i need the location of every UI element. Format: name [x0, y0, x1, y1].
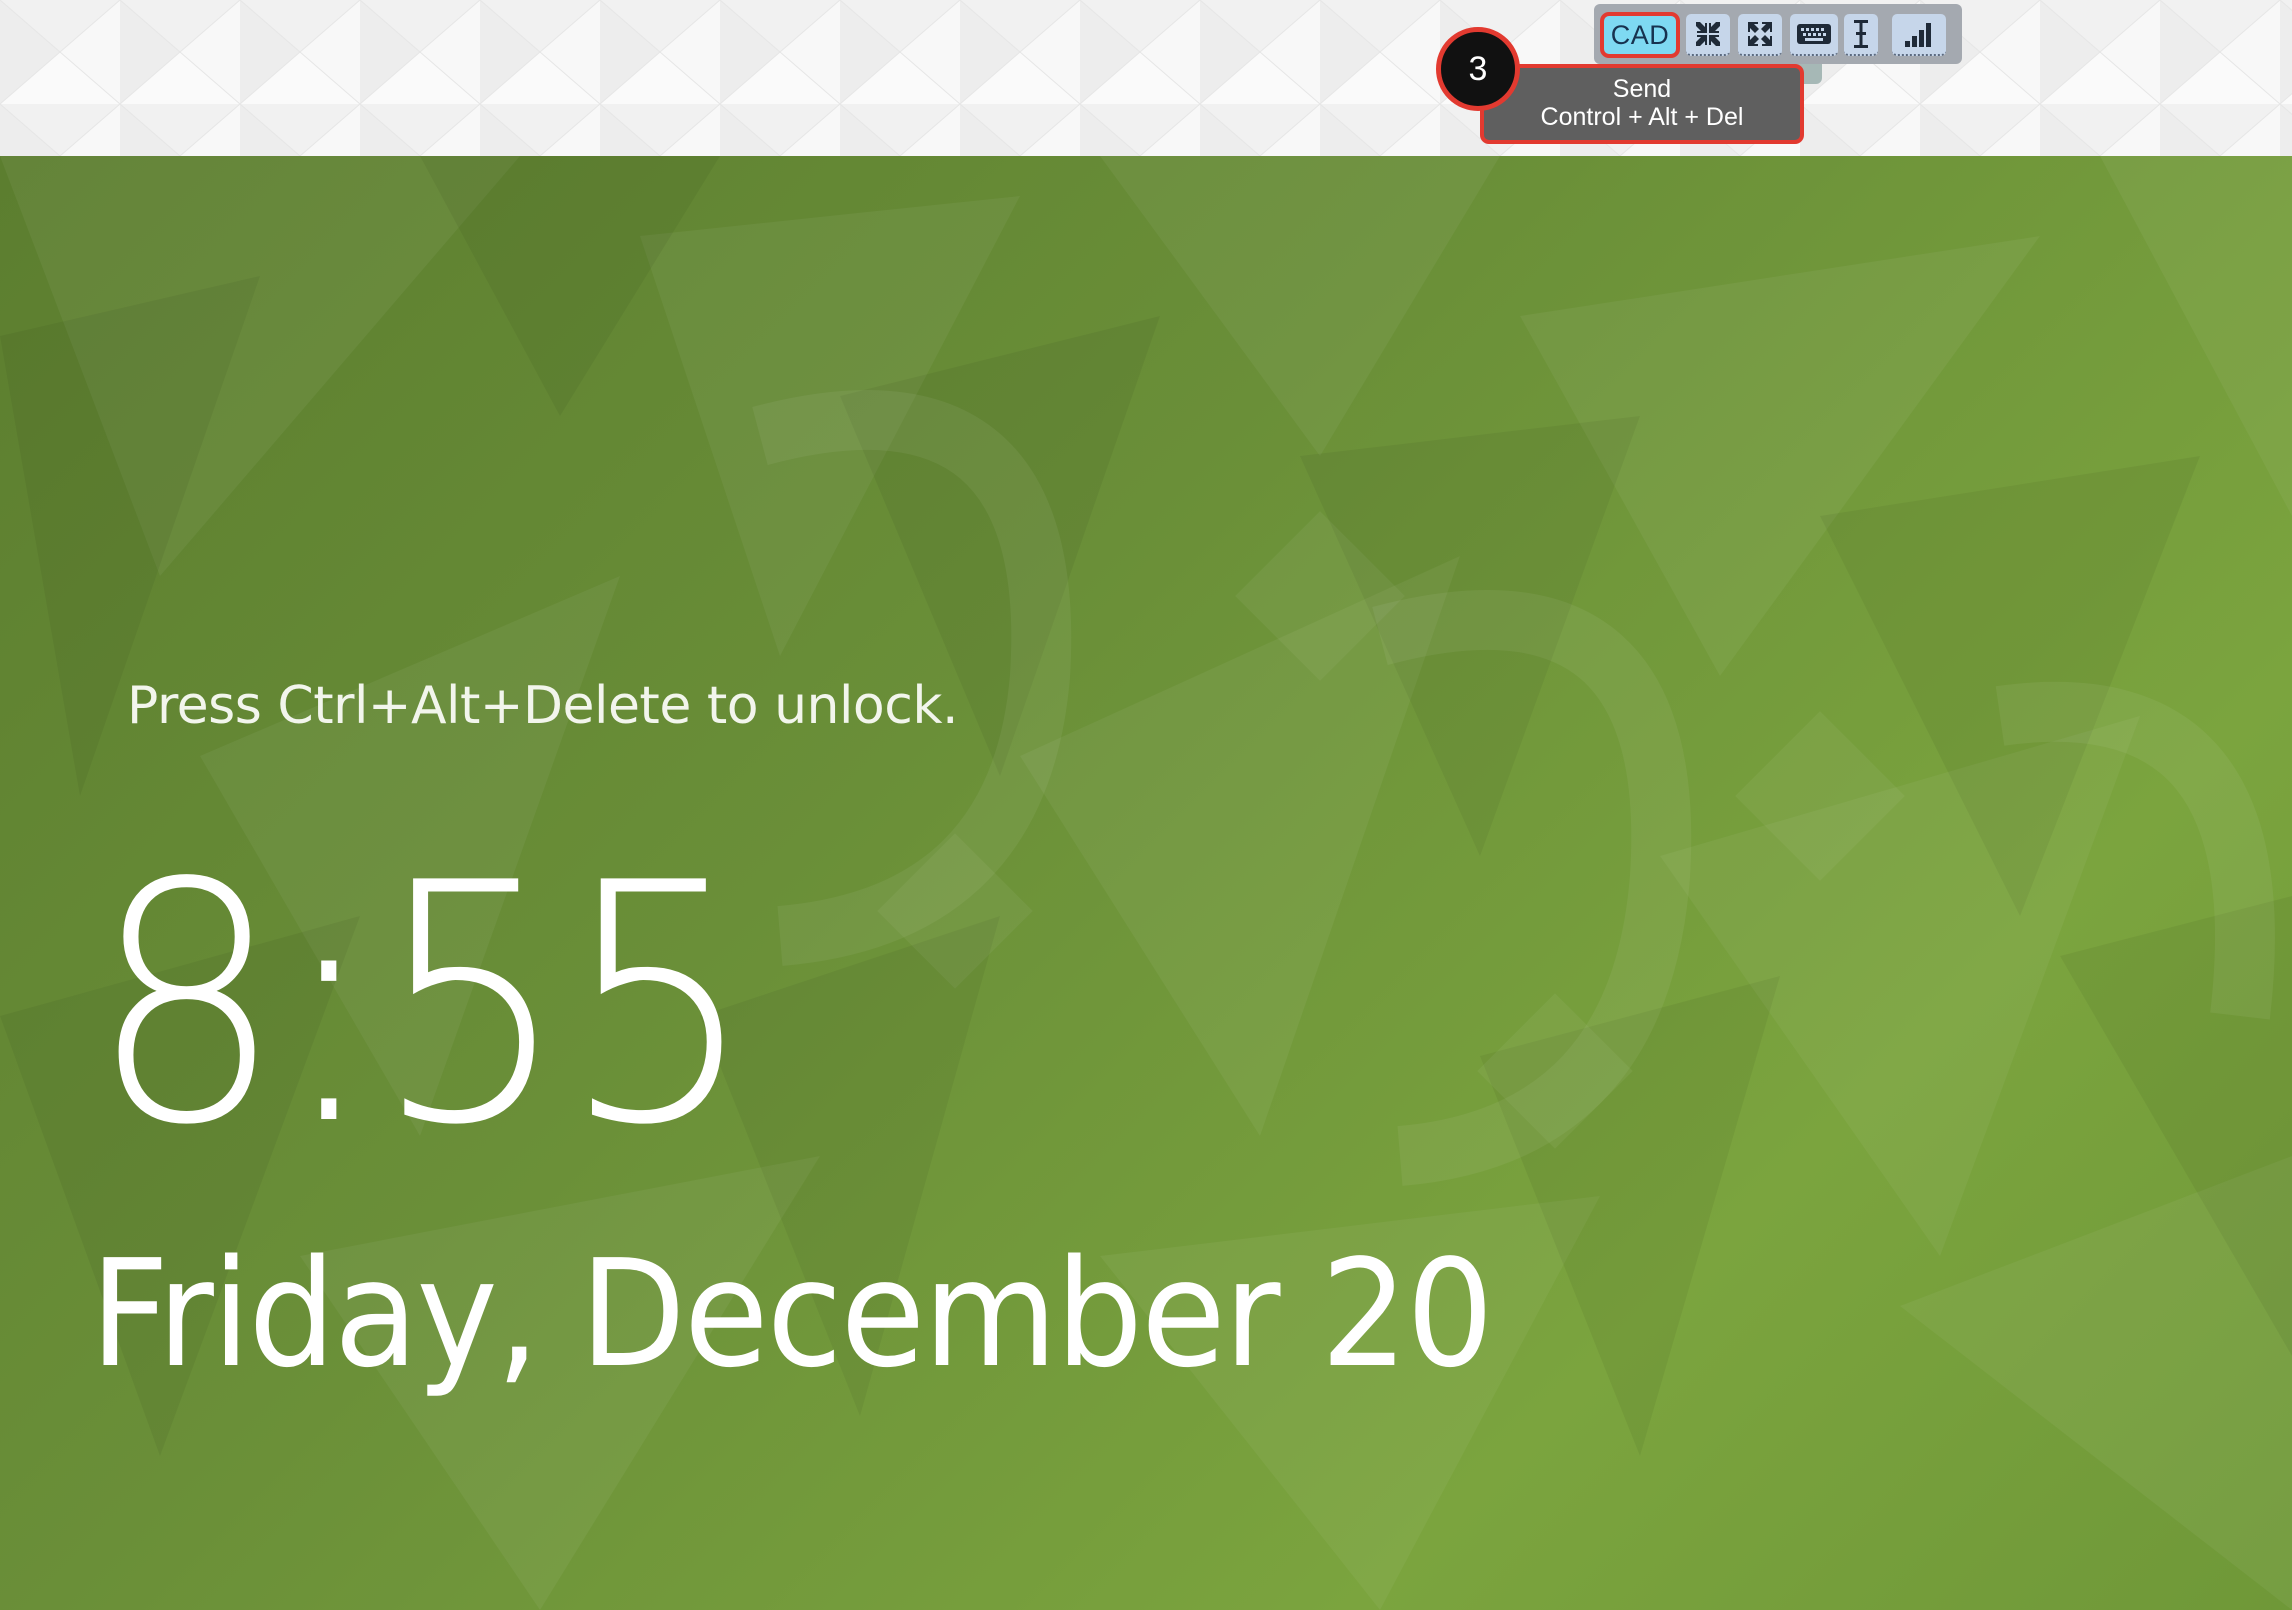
text-input-button[interactable]	[1844, 14, 1878, 56]
connection-quality-button[interactable]	[1892, 14, 1946, 56]
screen: CAD Send Control + Alt + Del 3 Press Ctr…	[0, 0, 2292, 1610]
signal-strength-icon	[1905, 23, 1931, 47]
text-cursor-icon	[1854, 20, 1868, 48]
tooltip-line-2: Control + Alt + Del	[1540, 103, 1744, 131]
step-number-badge: 3	[1436, 27, 1520, 111]
send-ctrl-alt-del-button[interactable]: CAD	[1600, 12, 1680, 58]
lock-screen[interactable]: Press Ctrl+Alt+Delete to unlock. 8:55 Fr…	[0, 156, 2292, 1610]
fullscreen-icon	[1748, 22, 1772, 46]
tooltip-line-1: Send	[1612, 75, 1672, 103]
clock-date: Friday, December 20	[90, 1228, 1494, 1400]
fullscreen-button[interactable]	[1738, 14, 1782, 56]
collapse-icon	[1696, 22, 1720, 46]
remote-toolbar: CAD	[1594, 4, 1962, 64]
clock-time: 8:55	[90, 813, 755, 1197]
keyboard-button[interactable]	[1790, 14, 1838, 56]
keyboard-icon	[1797, 24, 1831, 44]
cad-tooltip: Send Control + Alt + Del	[1480, 64, 1804, 144]
collapse-button[interactable]	[1686, 14, 1730, 56]
unlock-instruction: Press Ctrl+Alt+Delete to unlock.	[127, 676, 958, 736]
